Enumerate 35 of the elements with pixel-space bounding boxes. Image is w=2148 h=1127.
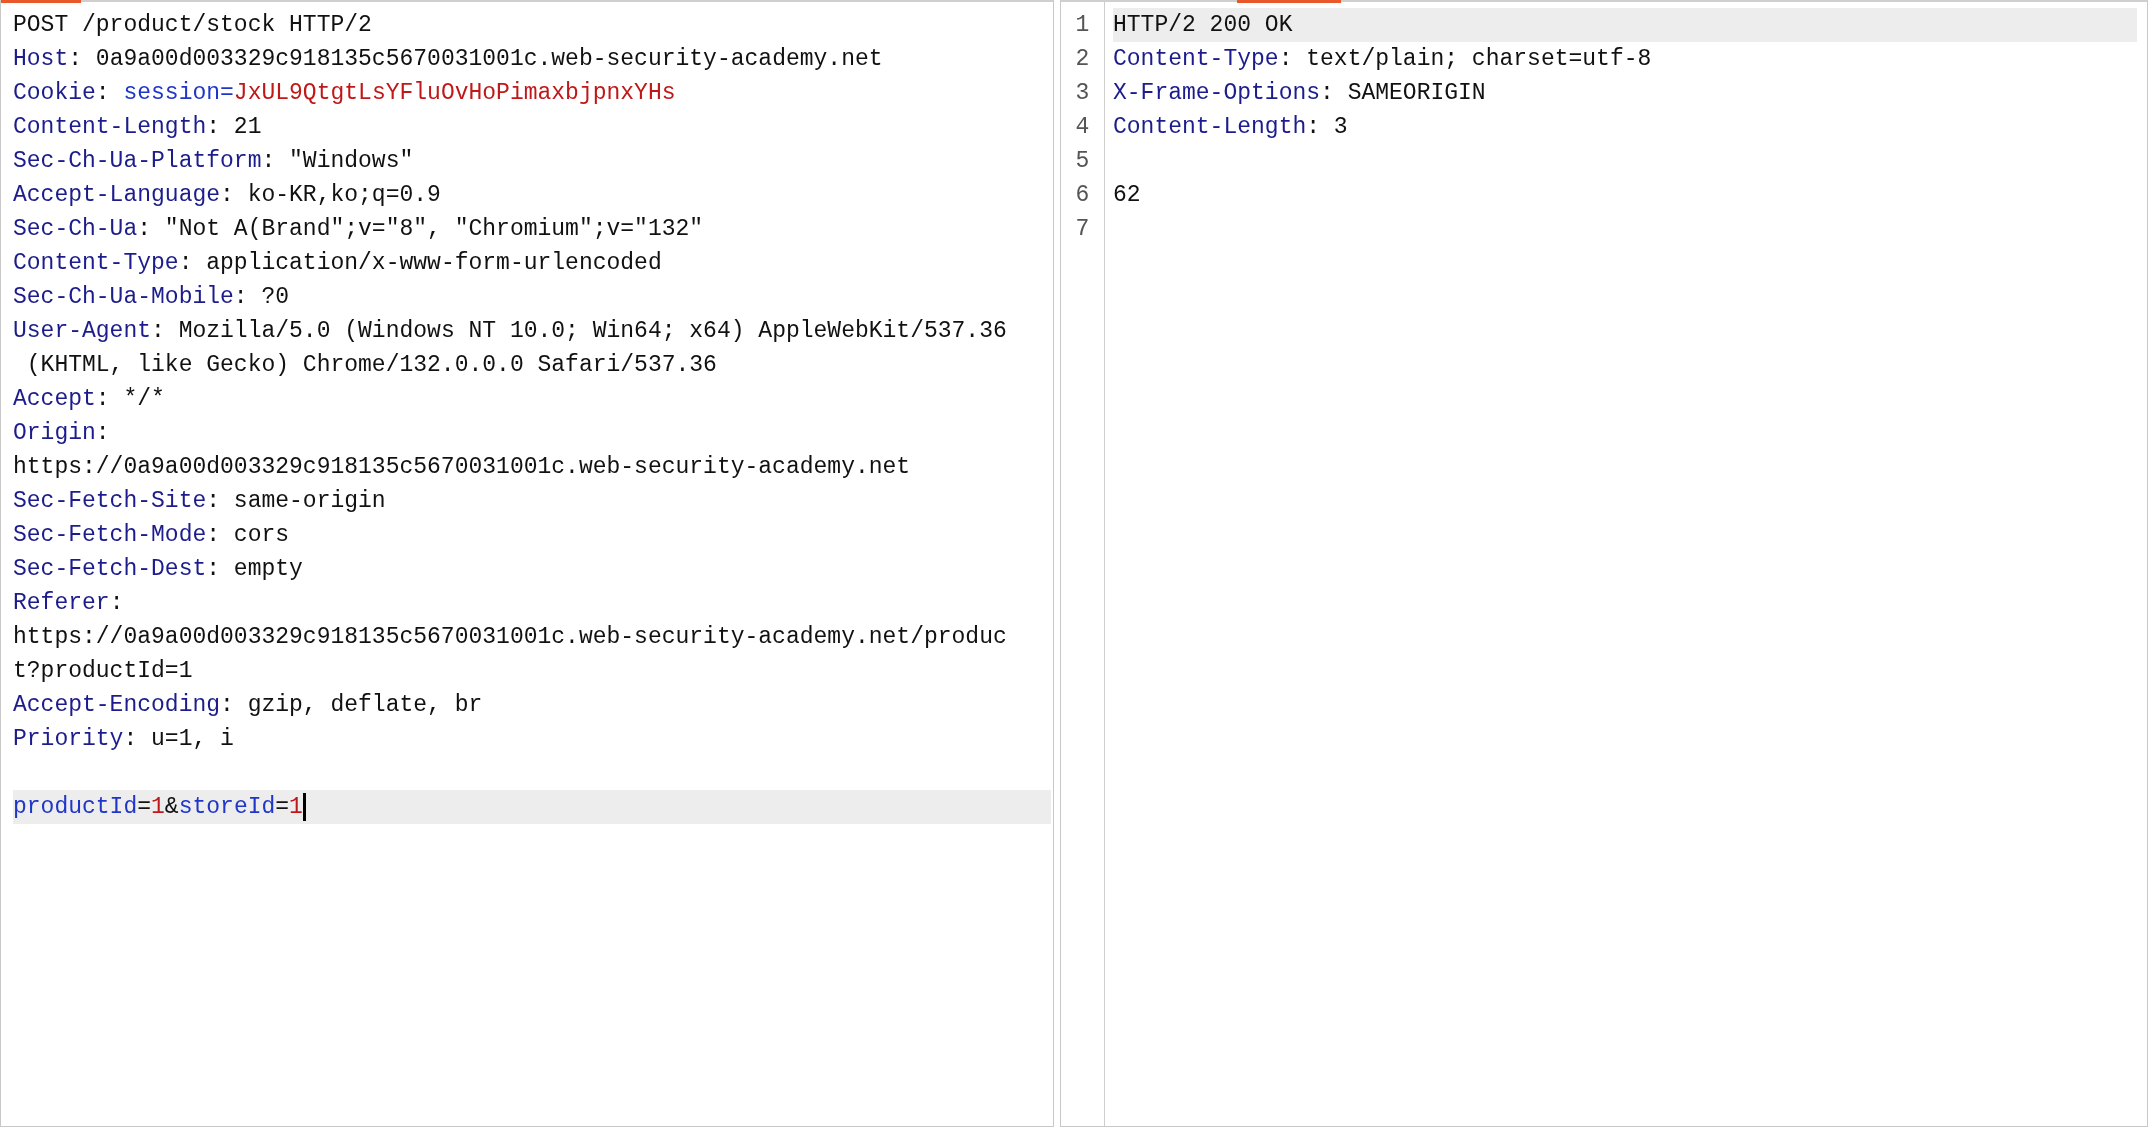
code-line: Origin: [13, 419, 111, 448]
code-line: https://0a9a00d003329c918135c5670031001c.web-security-academy.net/produc [13, 623, 1008, 652]
response-editor[interactable]: 1 2 3 4 5 6 7 HTTP/2 200 OK Content-Type: text/plain; charset=utf-8 X-Frame-Options: SAMEORIGIN Content-Length: 3 62 [1060, 0, 2148, 1127]
code-line: Host: 0a9a00d003329c918135c5670031001c.web-security-academy.net [13, 45, 884, 74]
line-number: 6 [1074, 181, 1091, 210]
code-line: X-Frame-Options: SAMEORIGIN [1113, 79, 1487, 108]
code-line: 62 [1113, 181, 1142, 210]
code-line: t?productId=1 [13, 657, 194, 686]
code-line: Sec-Fetch-Site: same-origin [13, 487, 387, 516]
code-line: https://0a9a00d003329c918135c5670031001c.web-security-academy.net [13, 453, 912, 482]
code-line: Sec-Ch-Ua-Mobile: ?0 [13, 283, 291, 312]
code-line: Accept-Encoding: gzip, deflate, br [13, 691, 484, 720]
code-line: Content-Length: 3 [1113, 113, 1349, 142]
code-line: Content-Type: text/plain; charset=utf-8 [1113, 45, 1653, 74]
code-line: Content-Length: 21 [13, 113, 263, 142]
line-number: 7 [1074, 215, 1091, 244]
code-line: Accept-Language: ko-KR,ko;q=0.9 [13, 181, 442, 210]
line-number: 3 [1074, 79, 1091, 108]
code-line: Accept: */* [13, 385, 166, 414]
code-line: (KHTML, like Gecko) Chrome/132.0.0.0 Safari/537.36 [25, 351, 718, 380]
code-line: Sec-Ch-Ua-Platform: "Windows" [13, 147, 415, 176]
code-line: Sec-Ch-Ua: "Not A(Brand";v="8", "Chromium";v="132" [13, 215, 705, 244]
line-number: 5 [1074, 147, 1091, 176]
request-editor[interactable] [0, 0, 1054, 1127]
code-line: Sec-Fetch-Dest: empty [13, 555, 304, 584]
code-line: Sec-Fetch-Mode: cors [13, 521, 291, 550]
code-line: Content-Type: application/x-www-form-urlencoded [13, 249, 663, 278]
code-line: Referer: [13, 589, 125, 618]
line-number: 2 [1074, 45, 1091, 74]
code-line: POST /product/stock HTTP/2 [13, 11, 373, 40]
line-number: 4 [1074, 113, 1091, 142]
line-number: 1 [1074, 11, 1091, 40]
code-line: Priority: u=1, i [13, 725, 235, 754]
code-line: User-Agent: Mozilla/5.0 (Windows NT 10.0; Win64; x64) AppleWebKit/537.36 [13, 317, 1008, 346]
code-line: Cookie: session=JxUL9QtgtLsYFluOvHoPimaxbjpnxYHs [13, 79, 677, 108]
